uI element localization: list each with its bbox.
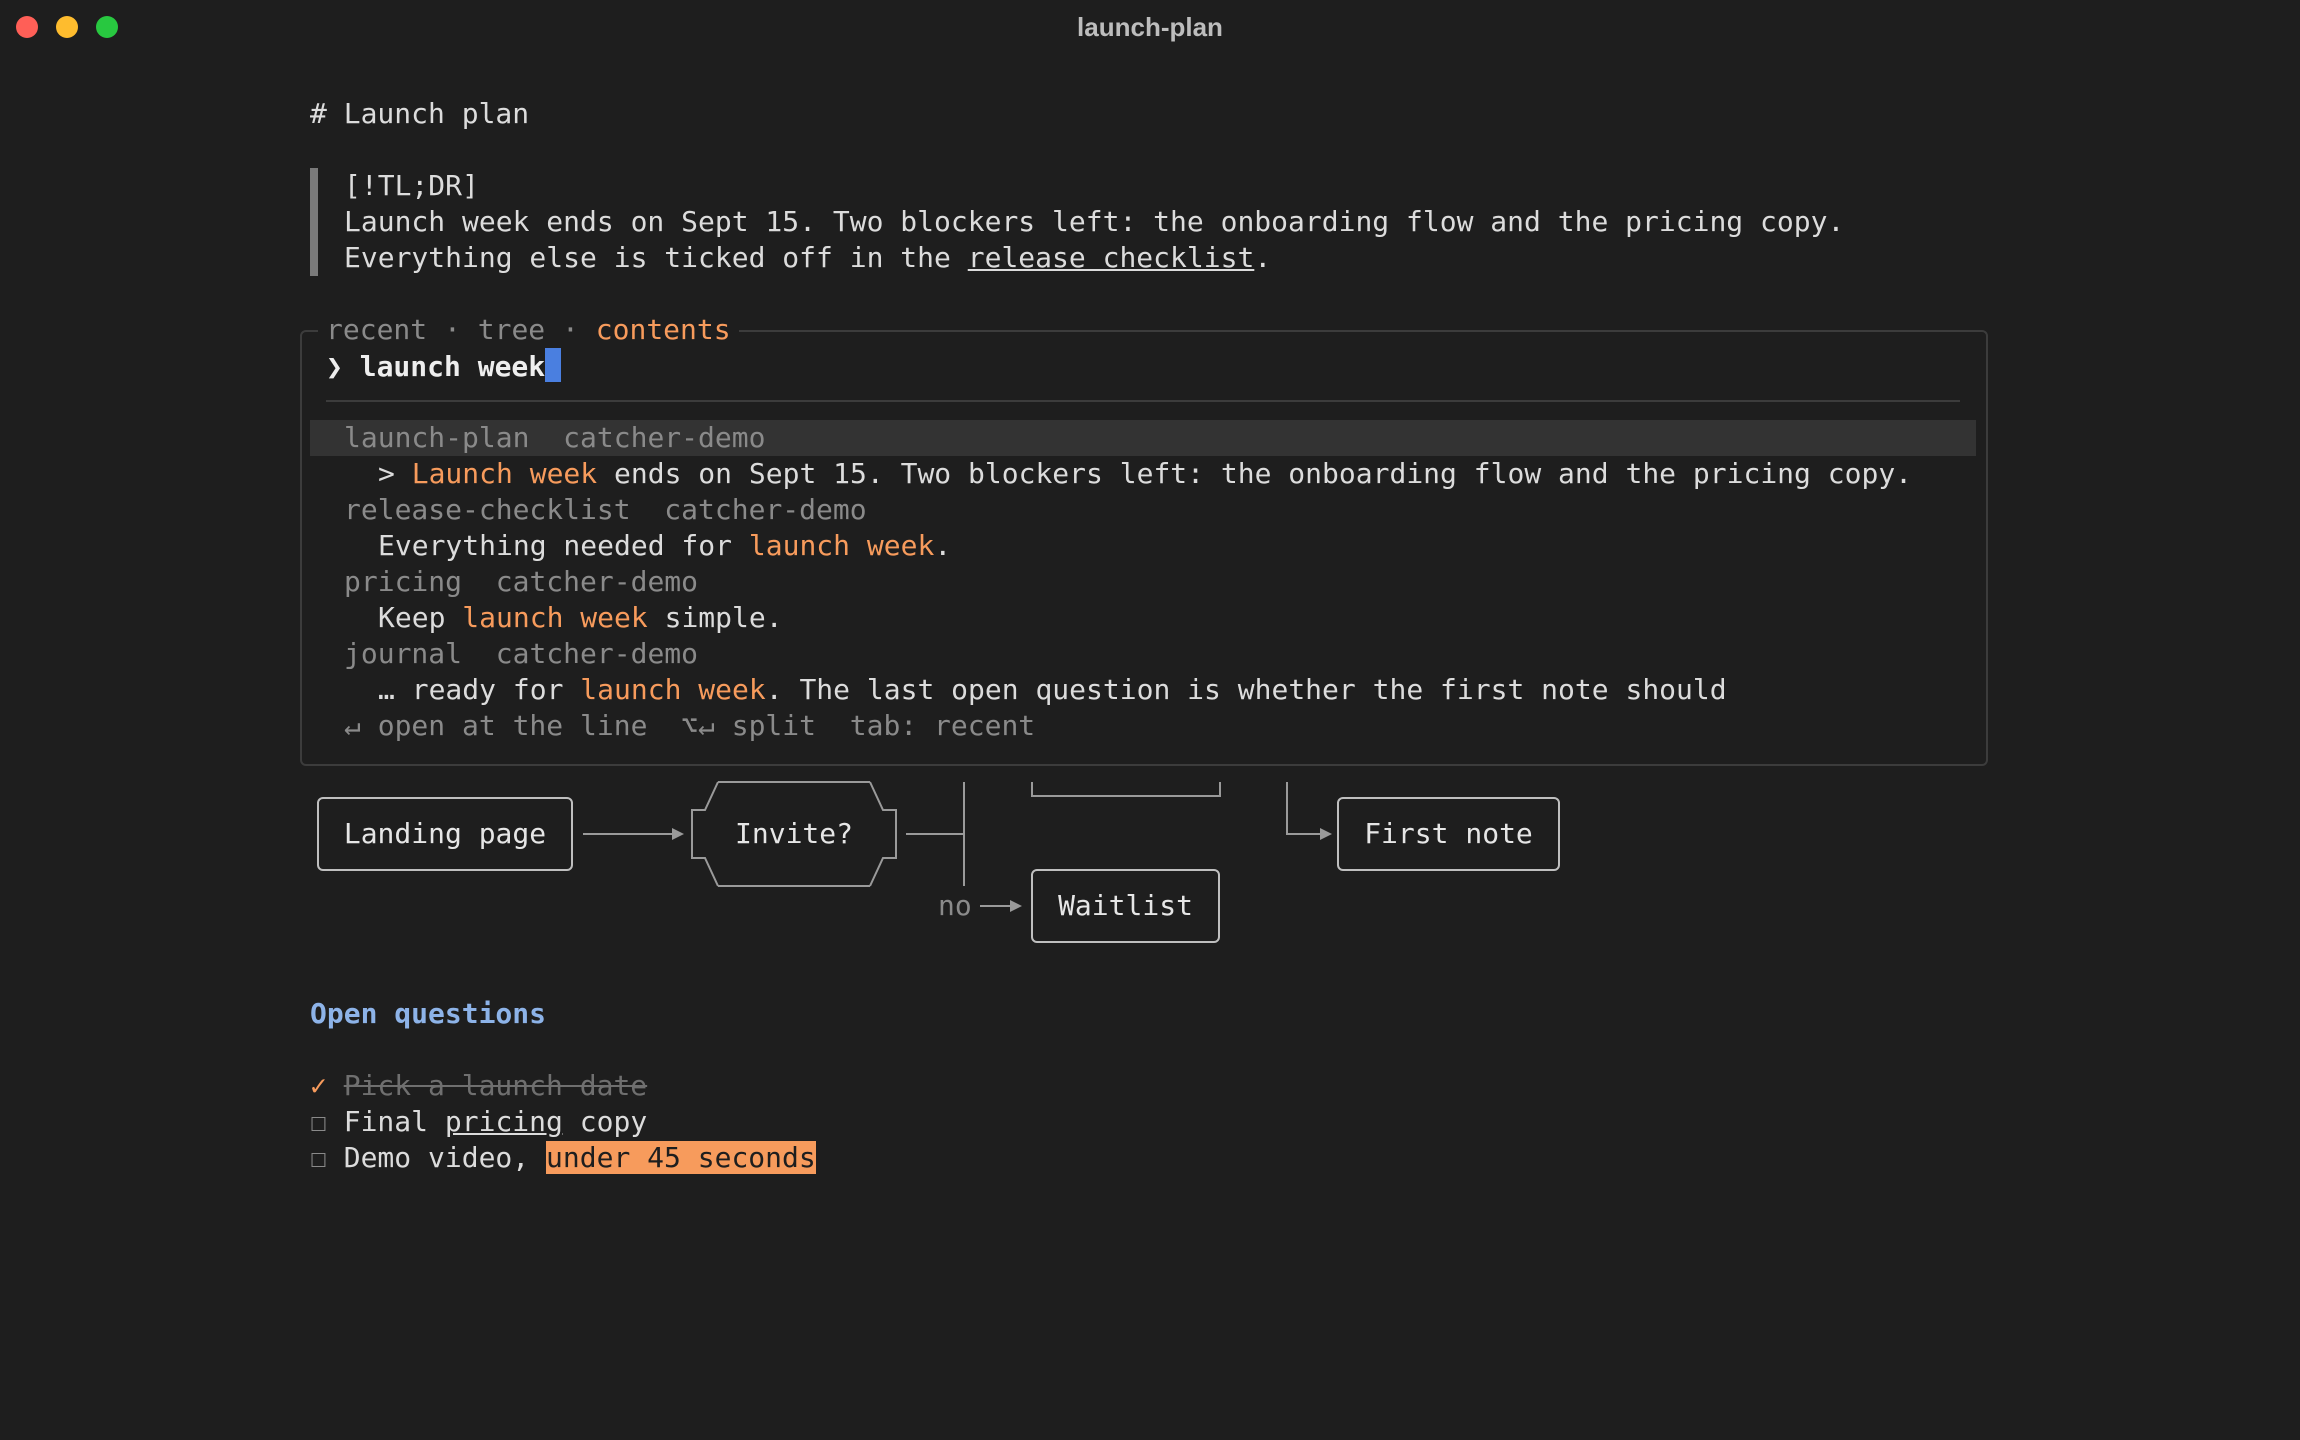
search-query: launch week: [359, 350, 546, 383]
text-cursor: [545, 348, 562, 382]
result-file: journal: [344, 637, 463, 670]
task-text: Pick a launch date: [343, 1069, 648, 1102]
callout-line: Launch week ends on Sept 15. Two blocker…: [344, 205, 1845, 238]
arrow-head: [672, 828, 684, 840]
callout-line: Everything else is ticked off in the rel…: [344, 240, 1271, 276]
arrow-head: [1320, 828, 1332, 840]
result-header[interactable]: journal catcher-demo: [344, 636, 698, 672]
snippet-text: ends on Sept 15. Two blockers left: the …: [597, 457, 1913, 490]
arrow-head: [1010, 900, 1022, 912]
document-heading: # Launch plan: [310, 97, 530, 130]
tab-separator: ·: [545, 313, 596, 346]
flow-node-landing-page[interactable]: Landing page: [317, 797, 573, 871]
result-snippet[interactable]: … ready for launch week. The last open q…: [378, 672, 1727, 708]
snippet-text: .: [934, 529, 952, 562]
result-header[interactable]: launch-plan catcher-demo: [344, 420, 765, 456]
app-window: launch-plan # Launch plan [!TL;DR] Launc…: [0, 0, 2300, 1440]
task-text: Final: [343, 1105, 445, 1138]
snippet-match: launch week: [462, 601, 648, 634]
snippet-text: >: [378, 457, 412, 490]
decision-shape: [691, 781, 719, 887]
task-item[interactable]: ☐ Final pricing copy: [310, 1104, 647, 1140]
callout-text: .: [1254, 241, 1272, 274]
snippet-text: … ready for: [378, 673, 581, 706]
result-vault: catcher-demo: [664, 493, 867, 526]
result-snippet[interactable]: Keep launch week simple.: [378, 600, 783, 636]
checkbox-icon[interactable]: ☐: [310, 1141, 327, 1174]
flow-label-no: no: [938, 889, 972, 922]
result-file: pricing: [344, 565, 463, 598]
snippet-match: launch week: [748, 529, 935, 562]
flow-node-waitlist[interactable]: Waitlist: [1031, 869, 1220, 943]
result-file: launch-plan: [344, 421, 530, 454]
pricing-link[interactable]: pricing: [445, 1105, 563, 1138]
search-input[interactable]: ❯ launch week: [326, 348, 562, 385]
title-bar: launch-plan: [0, 0, 2300, 54]
prompt-icon: ❯: [326, 350, 360, 383]
search-footer-hints: ↵ open at the line ⌥↵ split tab: recent: [344, 709, 1036, 742]
search-divider: [326, 400, 1960, 402]
task-item[interactable]: ✓ Pick a launch date: [310, 1068, 647, 1104]
result-header[interactable]: release-checklist catcher-demo: [344, 492, 867, 528]
result-file: release-checklist: [344, 493, 631, 526]
snippet-match: launch week: [580, 673, 766, 706]
callout-tag: [!TL;DR]: [344, 169, 479, 202]
tab-tree[interactable]: tree: [478, 313, 545, 346]
result-vault: catcher-demo: [495, 565, 699, 598]
result-header[interactable]: pricing catcher-demo: [344, 564, 698, 600]
snippet-match: Launch week: [411, 457, 598, 490]
task-item[interactable]: ☐ Demo video, under 45 seconds: [310, 1140, 816, 1176]
result-snippet[interactable]: > Launch week ends on Sept 15. Two block…: [378, 456, 1912, 492]
checkbox-icon[interactable]: ☐: [310, 1105, 327, 1138]
highlighted-text: under 45 seconds: [546, 1141, 816, 1174]
snippet-text: simple.: [647, 601, 783, 634]
decision-shape: [869, 781, 897, 887]
flow-node-first-note[interactable]: First note: [1337, 797, 1560, 871]
result-vault: catcher-demo: [495, 637, 699, 670]
snippet-text: Keep: [378, 601, 463, 634]
tab-contents[interactable]: contents: [596, 313, 731, 346]
section-heading: Open questions: [310, 997, 547, 1030]
flow-connector: [1286, 782, 1320, 835]
tab-separator: ·: [427, 313, 478, 346]
task-text: copy: [562, 1105, 648, 1138]
result-vault: catcher-demo: [563, 421, 766, 454]
checked-icon[interactable]: ✓: [310, 1069, 327, 1102]
task-text: Demo video,: [343, 1141, 547, 1174]
snippet-text: . The last open question is whether the …: [765, 673, 1727, 706]
result-snippet[interactable]: Everything needed for launch week.: [378, 528, 951, 564]
search-tabs: recent · tree · contents: [318, 312, 739, 348]
release-checklist-link[interactable]: release checklist: [968, 241, 1255, 274]
callout-text: Everything else is ticked off in the: [344, 241, 968, 274]
offscreen-box-edge: [1031, 782, 1221, 797]
callout-bar: [310, 168, 318, 276]
window-title: launch-plan: [1077, 12, 1223, 42]
flow-node-invite[interactable]: Invite?: [735, 816, 853, 852]
tab-recent[interactable]: recent: [326, 313, 427, 346]
snippet-text: Everything needed for: [378, 529, 749, 562]
